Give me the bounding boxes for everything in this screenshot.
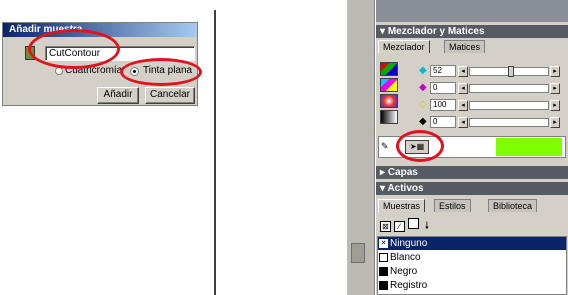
- annotation-circle-spot: [120, 58, 202, 86]
- divider: [214, 10, 216, 295]
- black-slider[interactable]: [469, 118, 549, 127]
- none-swatch-icon: ✕: [379, 238, 388, 248]
- black-value[interactable]: 0: [430, 116, 456, 128]
- swatch-fill-icons: ⊠ ∕ 🠗: [380, 218, 432, 232]
- magenta-diamond-icon: ◆: [419, 82, 427, 93]
- swatch-label: Ninguno: [390, 238, 428, 249]
- tab-swatches[interactable]: Muestras: [378, 199, 426, 212]
- magenta-increase[interactable]: ▸: [550, 83, 560, 94]
- yellow-diamond-icon: ◇: [419, 99, 427, 110]
- magenta-value[interactable]: 0: [430, 82, 456, 94]
- panel-top-bar: [376, 0, 568, 22]
- swatch-row-white[interactable]: Blanco: [378, 251, 566, 264]
- layers-panel-title: Capas: [387, 167, 418, 178]
- annotation-circle-name: [28, 29, 120, 69]
- hsb-icon[interactable]: [380, 94, 398, 108]
- swatch-row-none[interactable]: ✕ Ninguno: [378, 237, 566, 250]
- grayscale-icon[interactable]: [380, 110, 398, 124]
- black-decrease[interactable]: ◂: [458, 117, 468, 128]
- cyan-decrease[interactable]: ◂: [458, 66, 468, 77]
- cancel-button[interactable]: Cancelar: [145, 87, 195, 104]
- strip-handle[interactable]: [351, 243, 365, 263]
- mixer-panel-title: Mezclador y Matices: [387, 26, 485, 37]
- layers-panel-header[interactable]: ▸ Capas: [376, 166, 568, 179]
- assets-panel-header[interactable]: ▾ Activos: [376, 182, 568, 195]
- tab-mixer[interactable]: Mezclador: [378, 40, 430, 53]
- swatch-row-registration[interactable]: Registro: [378, 279, 566, 292]
- white-swatch-icon: [379, 252, 388, 262]
- black-increase[interactable]: ▸: [550, 117, 560, 128]
- download-arrow-icon[interactable]: 🠗: [421, 222, 432, 233]
- yellow-increase[interactable]: ▸: [550, 100, 560, 111]
- magenta-slider[interactable]: [469, 84, 549, 93]
- yellow-slider[interactable]: [469, 101, 549, 110]
- swatch-label: Blanco: [390, 252, 421, 263]
- swatch-row-black[interactable]: Negro: [378, 265, 566, 278]
- current-color-swatch: [496, 138, 562, 156]
- magenta-decrease[interactable]: ◂: [458, 83, 468, 94]
- swatch-label: Negro: [390, 266, 418, 277]
- none-fill-icon[interactable]: ⊠: [380, 221, 391, 232]
- color-model-icons: [380, 62, 402, 126]
- black-swatch-icon: [379, 266, 388, 276]
- yellow-decrease[interactable]: ◂: [458, 100, 468, 111]
- assets-panel-title: Activos: [387, 183, 424, 194]
- annotation-circle-add: [396, 130, 444, 162]
- eyedropper-icon[interactable]: ✎: [381, 141, 389, 152]
- rgb-icon[interactable]: [380, 62, 398, 76]
- cmyk-icon[interactable]: [380, 78, 398, 92]
- stroke-icon[interactable]: ∕: [393, 221, 405, 232]
- cyan-diamond-icon: ◆: [419, 65, 427, 76]
- tab-tints[interactable]: Matices: [444, 40, 486, 53]
- yellow-value[interactable]: 100: [430, 99, 456, 111]
- cyan-value[interactable]: 52: [430, 65, 456, 77]
- mixer-panel-header[interactable]: ▾ Mezclador y Matices: [376, 25, 568, 38]
- tab-library[interactable]: Biblioteca: [488, 199, 538, 212]
- registration-swatch-icon: [379, 280, 388, 290]
- add-button[interactable]: Añadir: [97, 87, 139, 104]
- fill-icon[interactable]: [407, 218, 419, 229]
- cyan-slider[interactable]: [469, 66, 549, 77]
- black-diamond-icon: ◆: [419, 116, 427, 127]
- swatch-label: Registro: [390, 280, 428, 291]
- tab-styles[interactable]: Estilos: [434, 199, 471, 212]
- cyan-increase[interactable]: ▸: [550, 66, 560, 77]
